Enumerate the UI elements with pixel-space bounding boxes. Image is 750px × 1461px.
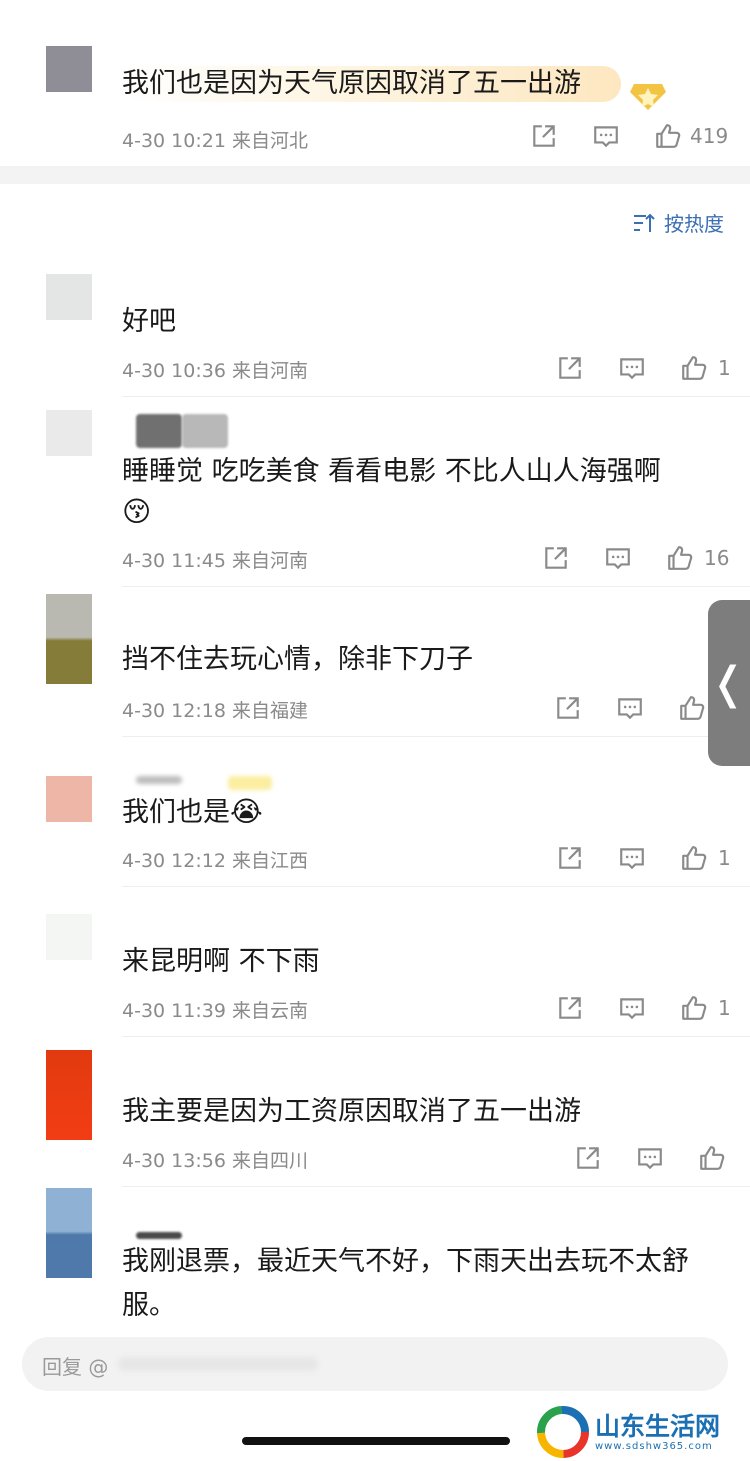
like-button[interactable]: 16 xyxy=(666,544,729,572)
nickname-blur xyxy=(182,414,228,448)
like-count: 1 xyxy=(718,846,731,870)
comment-icon[interactable] xyxy=(618,844,646,872)
share-icon[interactable] xyxy=(554,694,582,722)
avatar[interactable] xyxy=(46,46,92,92)
home-indicator[interactable] xyxy=(242,1437,510,1445)
like-count: 16 xyxy=(704,546,730,570)
comment-icon[interactable] xyxy=(616,694,644,722)
like-icon xyxy=(656,124,681,148)
watermark-url: www.sdshw365.com xyxy=(595,1440,713,1452)
nickname-blur xyxy=(136,776,182,784)
divider xyxy=(122,396,750,397)
comment-text: 我们也是因为天气原因取消了五一出游 xyxy=(122,66,621,102)
divider xyxy=(122,886,750,887)
like-button[interactable]: 1 xyxy=(680,354,731,382)
reply-placeholder: 回复 @ xyxy=(42,1355,109,1379)
like-icon xyxy=(682,356,707,380)
avatar[interactable] xyxy=(46,1050,92,1140)
section-divider xyxy=(0,166,750,184)
like-icon[interactable] xyxy=(698,1144,726,1172)
comment-meta: 4-30 13:56 来自四川 xyxy=(122,1150,308,1172)
avatar[interactable] xyxy=(46,410,92,456)
comment-meta: 4-30 12:18 来自福建 xyxy=(122,700,308,722)
avatar[interactable] xyxy=(46,274,92,320)
watermark-title: 山东生活网 xyxy=(595,1411,721,1441)
avatar[interactable] xyxy=(46,594,92,684)
divider xyxy=(122,736,750,737)
like-count: 1 xyxy=(718,356,731,380)
like-button[interactable]: 1 xyxy=(680,994,731,1022)
nickname-blur xyxy=(228,776,272,790)
comment-text-body: 睡睡觉 吃吃美食 看看电影 不比人山人海强啊 xyxy=(122,456,661,487)
like-icon xyxy=(668,546,693,570)
comment-text: 来昆明啊 不下雨 xyxy=(122,946,320,977)
comment-text: 挡不住去玩心情，除非下刀子 xyxy=(122,644,473,675)
emoji: 😚 xyxy=(122,495,152,528)
comment-meta: 4-30 11:45 来自河南 xyxy=(122,550,308,572)
nickname-blur xyxy=(136,414,182,448)
share-icon[interactable] xyxy=(556,994,584,1022)
comment-text-body: 我们也是 xyxy=(122,797,230,828)
chevron-left-icon: ❬ xyxy=(709,657,747,709)
sort-icon xyxy=(634,213,655,232)
divider xyxy=(122,1036,750,1037)
comment-icon[interactable] xyxy=(618,994,646,1022)
comment-text: 好吧 xyxy=(122,306,176,337)
like-button[interactable]: 419 xyxy=(654,122,728,150)
comment-text: 睡睡觉 吃吃美食 看看电影 不比人山人海强啊 😚 xyxy=(122,452,732,533)
like-button[interactable]: 1 xyxy=(680,844,731,872)
parent-comment: 我们也是因为天气原因取消了五一出游 4-30 10:21 来自河北 419 xyxy=(0,0,750,166)
comment-meta: 4-30 10:36 来自河南 xyxy=(122,360,308,382)
comment-text: 我主要是因为工资原因取消了五一出游 xyxy=(122,1096,581,1127)
nickname-blur xyxy=(118,1357,318,1371)
avatar[interactable] xyxy=(46,914,92,960)
share-icon[interactable] xyxy=(574,1144,602,1172)
avatar[interactable] xyxy=(46,776,92,822)
emoji: 😭 xyxy=(230,795,263,828)
comment-icon[interactable] xyxy=(592,122,620,150)
sort-label: 按热度 xyxy=(664,212,724,236)
comment-text: 我刚退票，最近天气不好，下雨天出去玩不太舒服。 xyxy=(122,1246,689,1321)
share-icon[interactable] xyxy=(530,122,558,150)
like-count: 419 xyxy=(690,124,729,148)
comment-icon[interactable] xyxy=(604,544,632,572)
avatar[interactable] xyxy=(46,1188,92,1278)
comment-meta: 4-30 12:12 来自江西 xyxy=(122,850,308,872)
comment-icon[interactable] xyxy=(618,354,646,382)
share-icon[interactable] xyxy=(556,354,584,382)
medal-icon xyxy=(630,84,666,110)
like-icon[interactable] xyxy=(678,694,706,722)
watermark-logo-icon xyxy=(537,1406,589,1458)
reply-input[interactable]: 回复 @ xyxy=(22,1337,728,1391)
divider xyxy=(122,586,750,587)
divider xyxy=(122,1186,750,1187)
watermark: 山东生活网 www.sdshw365.com xyxy=(537,1406,720,1458)
like-count: 1 xyxy=(718,996,731,1020)
like-icon xyxy=(682,846,707,870)
sort-button[interactable]: 按热度 xyxy=(632,208,724,237)
share-icon[interactable] xyxy=(542,544,570,572)
side-collapse-tab[interactable]: ❬ xyxy=(708,600,750,766)
comment-text: 我们也是😭 xyxy=(122,792,732,833)
like-icon xyxy=(682,996,707,1020)
comment-icon[interactable] xyxy=(636,1144,664,1172)
share-icon[interactable] xyxy=(556,844,584,872)
comment-meta: 4-30 10:21 来自河北 xyxy=(122,130,308,152)
comment-meta: 4-30 11:39 来自云南 xyxy=(122,1000,308,1022)
nickname-blur xyxy=(136,1232,182,1239)
